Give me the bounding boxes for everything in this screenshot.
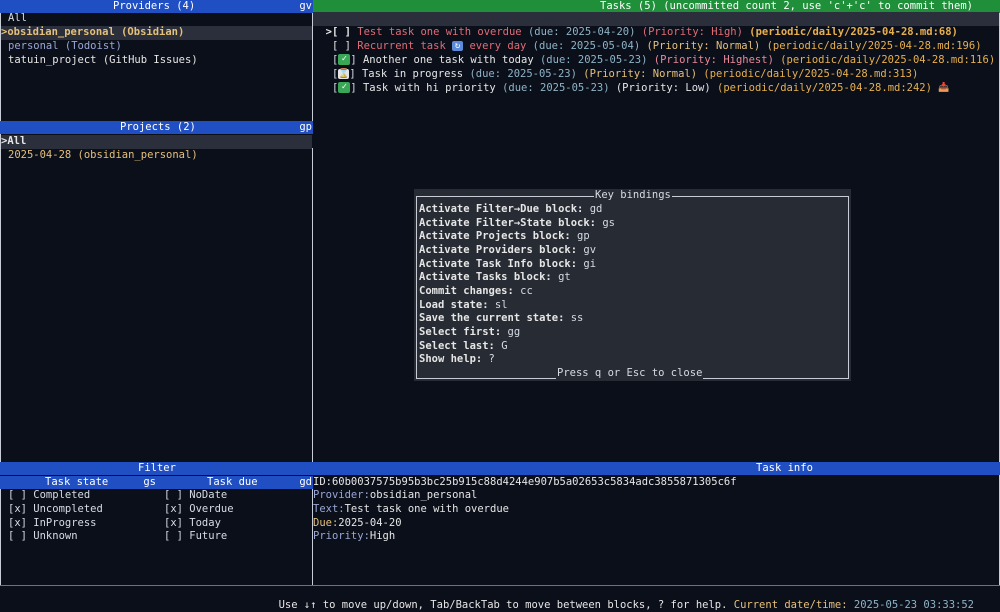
filter-due-today[interactable]: [x] Today: [164, 517, 221, 531]
task-row-3[interactable]: [✓] Another one task with today (due: 20…: [313, 40, 1000, 66]
filter-title-bar[interactable]: Filter: [0, 462, 313, 475]
providers-shortcut: gv: [299, 0, 312, 12]
keybinding-row: Activate Projects block: gp: [419, 230, 590, 242]
providers-title-bar[interactable]: Providers (4) gv: [0, 0, 313, 13]
status-help: Use ↓↑ to move up/down, Tab/BackTab to m…: [278, 598, 728, 611]
task-row-1[interactable]: >[ ] Test task one with overdue (due: 20…: [313, 12, 999, 38]
provider-item-obsidian-personal[interactable]: >obsidian_personal (Obsidian): [1, 26, 312, 40]
projects-left-border: [0, 134, 1, 462]
task-info-due: Due:2025-04-20: [313, 517, 402, 529]
provider-item-tatuin-project[interactable]: tatuin_project (GitHub Issues): [8, 54, 198, 68]
inbox-tray-icon: 📥: [938, 82, 950, 93]
filter-due-shortcut: gd: [299, 476, 312, 488]
projects-title: Projects (2): [120, 121, 196, 133]
projects-shortcut: gp: [299, 121, 312, 133]
task-checkbox[interactable]: [✓]: [326, 82, 363, 94]
task-info-title: Task info: [756, 462, 813, 474]
task-text: Task with hi priority: [362, 81, 496, 94]
filter-state-unknown[interactable]: [ ] Unknown: [8, 530, 78, 544]
keybinding-row: Commit changes: cc: [419, 285, 533, 297]
provider-item-personal[interactable]: personal (Todoist): [8, 40, 122, 54]
filter-state-shortcut: gs: [143, 476, 156, 488]
task-path: (periodic/daily/2025-04-28.md:242): [717, 81, 932, 94]
filter-due-title-bar[interactable]: Task due gd: [157, 476, 313, 489]
projects-right-border: [312, 148, 313, 462]
keybinding-row: Activate Filter→State block: gs: [419, 217, 615, 229]
status-date-label: Current date/time:: [733, 598, 848, 611]
filter-state-title-bar[interactable]: Task state gs: [0, 476, 157, 489]
filter-state-title: Task state: [45, 476, 109, 488]
task-row-2[interactable]: [ ] Recurrent task ↻ every day (due: 202…: [313, 26, 982, 52]
task-row-5[interactable]: [✓] Task with hi priority (due: 2025-05-…: [313, 68, 950, 94]
project-item-all[interactable]: >All: [1, 135, 312, 149]
keybinding-row: Show help: ?: [419, 353, 495, 365]
filter-due-title: Task due: [207, 476, 258, 488]
keybindings-title: Key bindings: [594, 189, 672, 202]
filter-state-inprogress[interactable]: [x] InProgress: [8, 517, 97, 531]
task-priority: (Priority: Low): [615, 81, 711, 94]
keybinding-row: Select first: gg: [419, 326, 521, 338]
providers-title: Providers (4): [113, 0, 196, 12]
task-info-title-bar[interactable]: Task info: [313, 462, 1000, 475]
keybinding-row: Activate Tasks block: gt: [419, 271, 571, 283]
project-item-2025-04-28[interactable]: 2025-04-28 (obsidian_personal): [8, 149, 198, 163]
green-check-icon: ✓: [338, 82, 351, 94]
keybinding-row: Activate Providers block: gv: [419, 244, 597, 256]
filter-state-completed[interactable]: [ ] Completed: [8, 489, 90, 503]
task-info-text: Text:Test task one with overdue: [313, 503, 509, 515]
task-row-4[interactable]: [⌛] Task in progress (due: 2025-05-23) (…: [313, 54, 918, 80]
filter-state-uncompleted[interactable]: [x] Uncompleted: [8, 503, 103, 517]
task-info-provider: Provider:obsidian_personal: [313, 489, 478, 501]
provider-item-all[interactable]: All: [8, 12, 27, 26]
keybinding-row: Load state: sl: [419, 299, 508, 311]
keybinding-row: Save the current state: ss: [419, 312, 584, 324]
filter-due-nodate[interactable]: [ ] NoDate: [164, 489, 227, 503]
task-info-priority: Priority:High: [313, 530, 396, 542]
status-date-value: 2025-05-23 03:33:52: [853, 598, 974, 611]
projects-title-bar[interactable]: Projects (2) gp: [0, 121, 313, 134]
filter-due-future[interactable]: [ ] Future: [164, 530, 227, 544]
filter-left-border: [0, 489, 1, 585]
keybinding-row: Activate Filter→Due block: gd: [419, 203, 603, 215]
task-due: (due: 2025-05-23): [502, 81, 610, 94]
filter-title: Filter: [138, 462, 176, 474]
keybinding-row: Select last: G: [419, 340, 508, 352]
filter-due-overdue[interactable]: [x] Overdue: [164, 503, 234, 517]
keybinding-row: Activate Task Info block: gi: [419, 258, 597, 270]
task-info-id: ID:60b0037575b95b3bc25b915c88d4244e907b5…: [313, 476, 737, 488]
status-bar: Use ↓↑ to move up/down, Tab/BackTab to m…: [266, 585, 974, 611]
keybindings-footer: Press q or Esc to close: [556, 367, 704, 380]
